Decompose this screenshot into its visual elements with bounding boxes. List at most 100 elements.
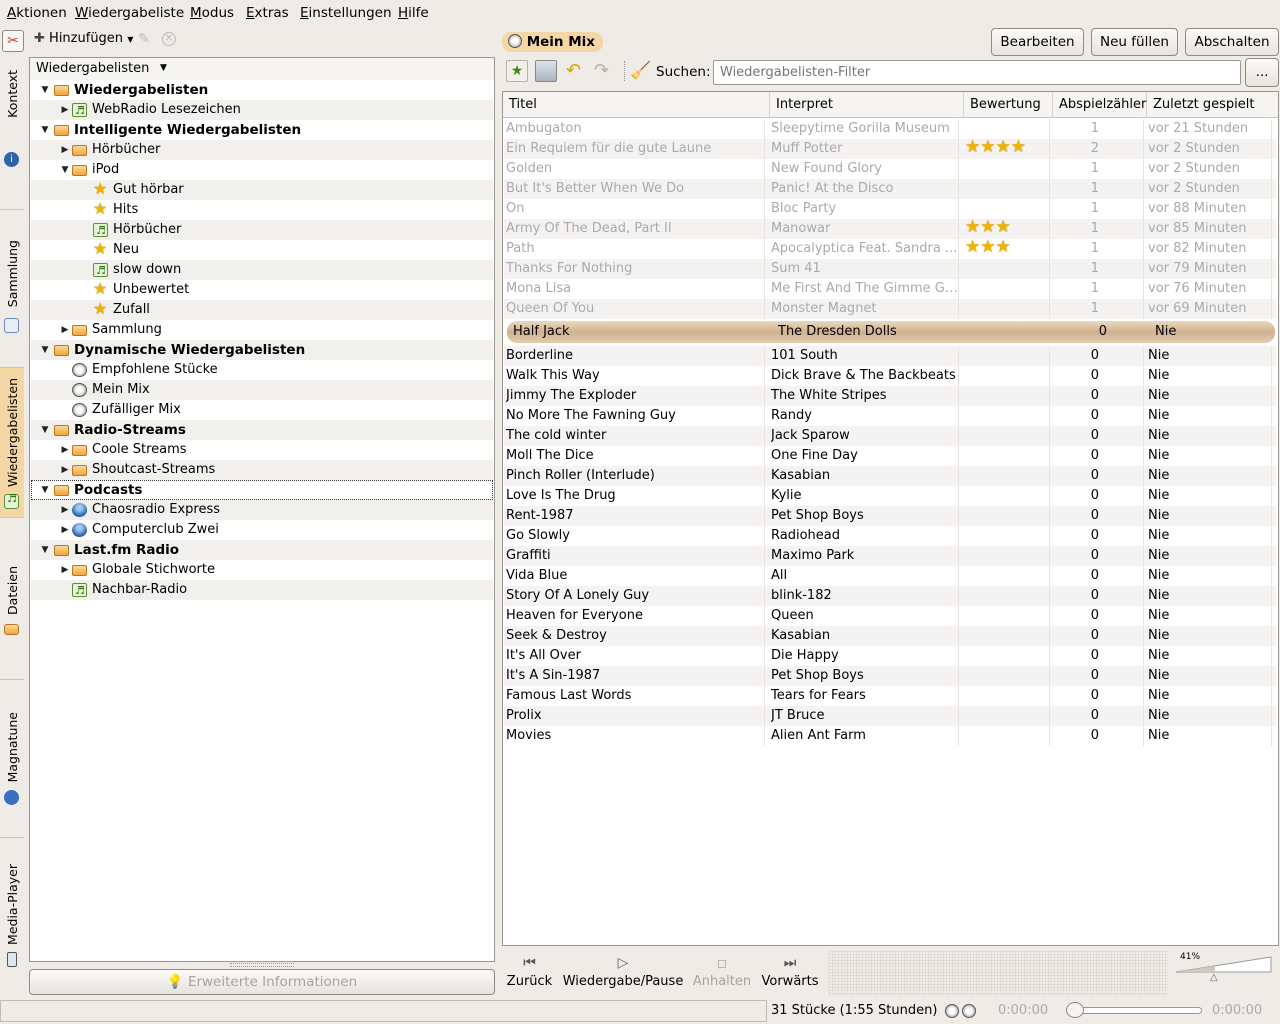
track-row[interactable]: Pinch Roller (Interlude) Kasabian 0 Nie — [504, 466, 1276, 486]
expand-closed-icon[interactable]: ▶ — [59, 140, 71, 160]
track-row[interactable]: Jimmy The Exploder The White Stripes 0 Nie — [504, 386, 1276, 406]
play-pause-button[interactable]: ▷ Wiedergabe/Pause — [562, 950, 684, 996]
tree-item[interactable]: Nachbar-Radio — [31, 580, 493, 601]
tree-item[interactable]: ▶ Chaosradio Express — [31, 500, 493, 520]
tree-item[interactable]: Zufälliger Mix — [31, 400, 493, 420]
menu-aktionen[interactable]: Aktionen — [7, 5, 67, 21]
track-row[interactable]: Graffiti Maximo Park 0 Nie — [504, 546, 1276, 566]
track-row[interactable]: But It's Better When We Do Panic! At the … — [504, 179, 1276, 199]
tree-item[interactable]: ▶ Computerclub Zwei — [31, 520, 493, 540]
volume-slider[interactable]: 41% △ — [1174, 952, 1274, 992]
sidebar-tab-wiedergabelisten[interactable]: Wiedergabelisten — [0, 368, 24, 518]
track-row[interactable]: Walk This Way Dick Brave & The Backbeats 0… — [504, 366, 1276, 386]
expand-closed-icon[interactable]: ▶ — [59, 520, 71, 540]
track-row[interactable]: Path Apocalyptica Feat. Sandra ... ★★★ 1 vor… — [504, 239, 1276, 259]
clean-icon[interactable]: ✎ — [138, 31, 154, 47]
tree-item[interactable]: ▼ Radio-Streams — [31, 420, 493, 440]
seek-slider[interactable] — [1068, 1007, 1202, 1014]
stop-button[interactable]: ◻ Anhalten — [692, 950, 752, 996]
menu-extras[interactable]: Extras — [246, 5, 289, 21]
track-row[interactable]: Ein Requiem für die gute Laune Muff Potte… — [504, 139, 1276, 159]
track-row[interactable]: Army Of The Dead, Part II Manowar ★★★ 1 vor … — [504, 219, 1276, 239]
tree-item[interactable]: ★ Hits — [31, 200, 493, 220]
save-icon[interactable] — [535, 60, 557, 82]
filter-options-button[interactable]: ... — [1245, 58, 1279, 87]
menu-wiedergabeliste[interactable]: Wiedergabeliste — [75, 5, 184, 21]
tree-item[interactable]: ★ Unbewertet — [31, 280, 493, 300]
tree-item[interactable]: ★ Neu — [31, 240, 493, 260]
track-row[interactable]: Seek & Destroy Kasabian 0 Nie — [504, 626, 1276, 646]
expand-open-icon[interactable]: ▼ — [39, 120, 51, 140]
playlist-filter-input[interactable] — [713, 60, 1241, 85]
track-row[interactable]: Story Of A Lonely Guy blink-182 0 Nie — [504, 586, 1276, 606]
sidebar-tab-media-player[interactable]: Media-Player — [0, 838, 24, 974]
expand-closed-icon[interactable]: ▶ — [59, 100, 71, 120]
column-header-title[interactable]: Titel — [503, 92, 770, 118]
refill-button[interactable]: Neu füllen — [1091, 28, 1178, 56]
expand-open-icon[interactable]: ▼ — [39, 80, 51, 100]
expand-closed-icon[interactable]: ▶ — [59, 320, 71, 340]
tree-item[interactable]: ▼ Last.fm Radio — [31, 540, 493, 560]
sidebar-tab-magnatune[interactable]: Magnatune — [0, 680, 24, 838]
sidebar-settings-icon[interactable]: ✂ — [2, 30, 24, 52]
current-track-row[interactable]: Half Jack The Dresden Dolls 0 Nie — [507, 321, 1275, 343]
next-button[interactable]: ⏭ Vorwärts — [760, 950, 820, 996]
tree-item[interactable]: ★ Zufall — [31, 300, 493, 320]
tree-item[interactable]: Hörbücher — [31, 220, 493, 241]
tree-item[interactable]: Mein Mix — [31, 380, 493, 400]
save-dynamic-icon[interactable]: ★ — [506, 60, 528, 82]
random-icon[interactable] — [962, 1004, 976, 1018]
tree-item[interactable]: ▼ Intelligente Wiedergabelisten — [31, 120, 493, 140]
tree-item[interactable]: ▶ Shoutcast-Streams — [31, 460, 493, 480]
expand-closed-icon[interactable]: ▶ — [59, 460, 71, 480]
sidebar-tab-sammlung[interactable]: Sammlung — [0, 210, 24, 368]
tree-item[interactable]: ▶ Sammlung — [31, 320, 493, 340]
track-row[interactable]: Love Is The Drug Kylie 0 Nie — [504, 486, 1276, 506]
track-row[interactable]: Go Slowly Radiohead 0 Nie — [504, 526, 1276, 546]
tree-item[interactable]: ▼ iPod — [31, 160, 493, 180]
add-button[interactable]: ✚ Hinzufügen ▼ — [34, 31, 133, 49]
track-row[interactable]: Rent-1987 Pet Shop Boys 0 Nie — [504, 506, 1276, 526]
track-row[interactable]: Famous Last Words Tears for Fears 0 Nie — [504, 686, 1276, 706]
playlist-tree[interactable]: ▼Wiedergabelisten▶WebRadio Lesezeichen▼I… — [29, 80, 495, 962]
resize-handle[interactable] — [230, 963, 294, 967]
column-header-last-played[interactable]: Zuletzt gespielt — [1147, 92, 1278, 118]
tree-item[interactable]: ▶ Coole Streams — [31, 440, 493, 460]
track-row[interactable]: It's A Sin-1987 Pet Shop Boys 0 Nie — [504, 666, 1276, 686]
track-row[interactable]: No More The Fawning Guy Randy 0 Nie — [504, 406, 1276, 426]
expand-closed-icon[interactable]: ▶ — [59, 560, 71, 580]
tree-item[interactable]: ▶ Globale Stichworte — [31, 560, 493, 580]
track-row[interactable]: Moll The Dice One Fine Day 0 Nie — [504, 446, 1276, 466]
expand-closed-icon[interactable]: ▶ — [59, 500, 71, 520]
tree-item[interactable]: ★ Gut hörbar — [31, 180, 493, 200]
track-row[interactable]: Thanks For Nothing Sum 41 1 vor 79 Minuten — [504, 259, 1276, 279]
undo-icon[interactable]: ↶ — [566, 60, 588, 82]
track-row[interactable]: Prolix JT Bruce 0 Nie — [504, 706, 1276, 726]
tree-item[interactable]: Empfohlene Stücke — [31, 360, 493, 380]
edit-button[interactable]: Bearbeiten — [991, 28, 1084, 56]
column-header-rating[interactable]: Bewertung — [964, 92, 1053, 118]
expand-closed-icon[interactable]: ▶ — [59, 440, 71, 460]
tree-item[interactable]: slow down — [31, 260, 493, 281]
column-header-playcount[interactable]: Abspielzähler — [1053, 92, 1147, 118]
tree-item[interactable]: ▶ Hörbücher — [31, 140, 493, 160]
menu-einstellungen[interactable]: Einstellungen — [300, 5, 392, 21]
more-info-button[interactable]: 💡 Erweiterte Informationen — [29, 969, 495, 995]
sidebar-tab-dateien[interactable]: Dateien — [0, 518, 24, 680]
track-row[interactable]: Vida Blue All 0 Nie — [504, 566, 1276, 586]
tree-item[interactable]: ▼ Wiedergabelisten — [31, 80, 493, 100]
track-row[interactable]: Queen Of You Monster Magnet 1 vor 69 Minute… — [504, 299, 1276, 319]
track-row[interactable]: Golden New Found Glory 1 vor 2 Stunden — [504, 159, 1276, 179]
playlist-table[interactable]: Titel Interpret Bewertung Abspielzähler … — [502, 91, 1279, 946]
track-row[interactable]: Movies Alien Ant Farm 0 Nie — [504, 726, 1276, 746]
clear-playlist-icon[interactable]: 🧹 — [630, 60, 652, 82]
expand-open-icon[interactable]: ▼ — [59, 160, 71, 180]
disable-button[interactable]: Abschalten — [1185, 28, 1279, 56]
track-row[interactable]: On Bloc Party 1 vor 88 Minuten — [504, 199, 1276, 219]
expand-open-icon[interactable]: ▼ — [39, 420, 51, 440]
track-row[interactable]: Ambugaton Sleepytime Gorilla Museum 1 vor 2… — [504, 119, 1276, 139]
playlist-category-selector[interactable]: Wiedergabelisten ▼ — [29, 57, 495, 81]
tree-item[interactable]: ▶ WebRadio Lesezeichen — [31, 100, 493, 121]
track-row[interactable]: Heaven for Everyone Queen 0 Nie — [504, 606, 1276, 626]
menu-hilfe[interactable]: Hilfe — [398, 5, 429, 21]
